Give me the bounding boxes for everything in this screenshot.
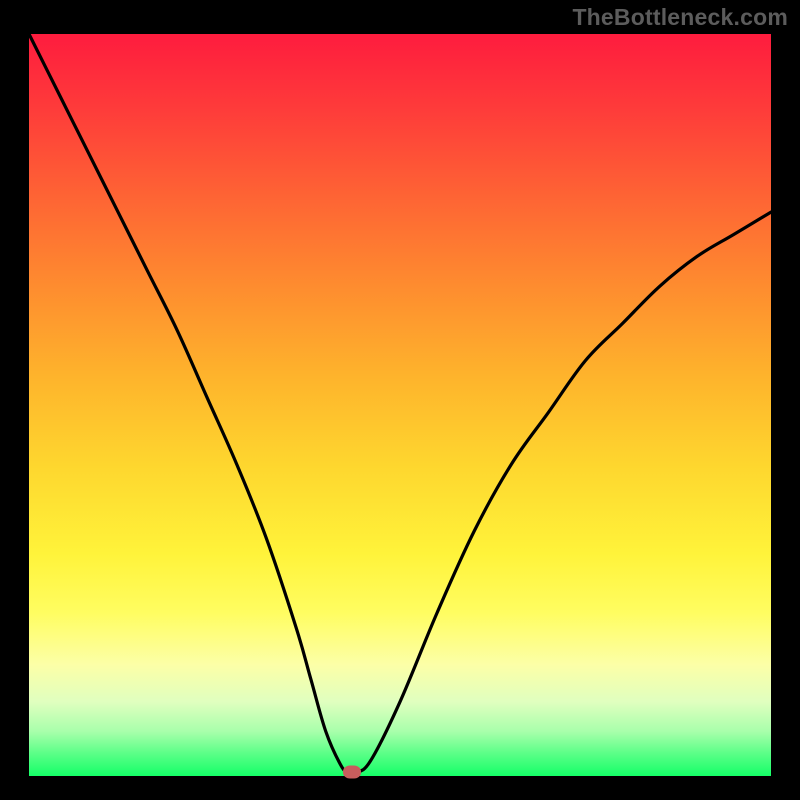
- optimal-point-marker: [343, 766, 361, 779]
- plot-area: [29, 34, 771, 776]
- chart-frame: TheBottleneck.com: [0, 0, 800, 800]
- watermark-text: TheBottleneck.com: [572, 4, 788, 31]
- bottleneck-curve: [29, 34, 771, 776]
